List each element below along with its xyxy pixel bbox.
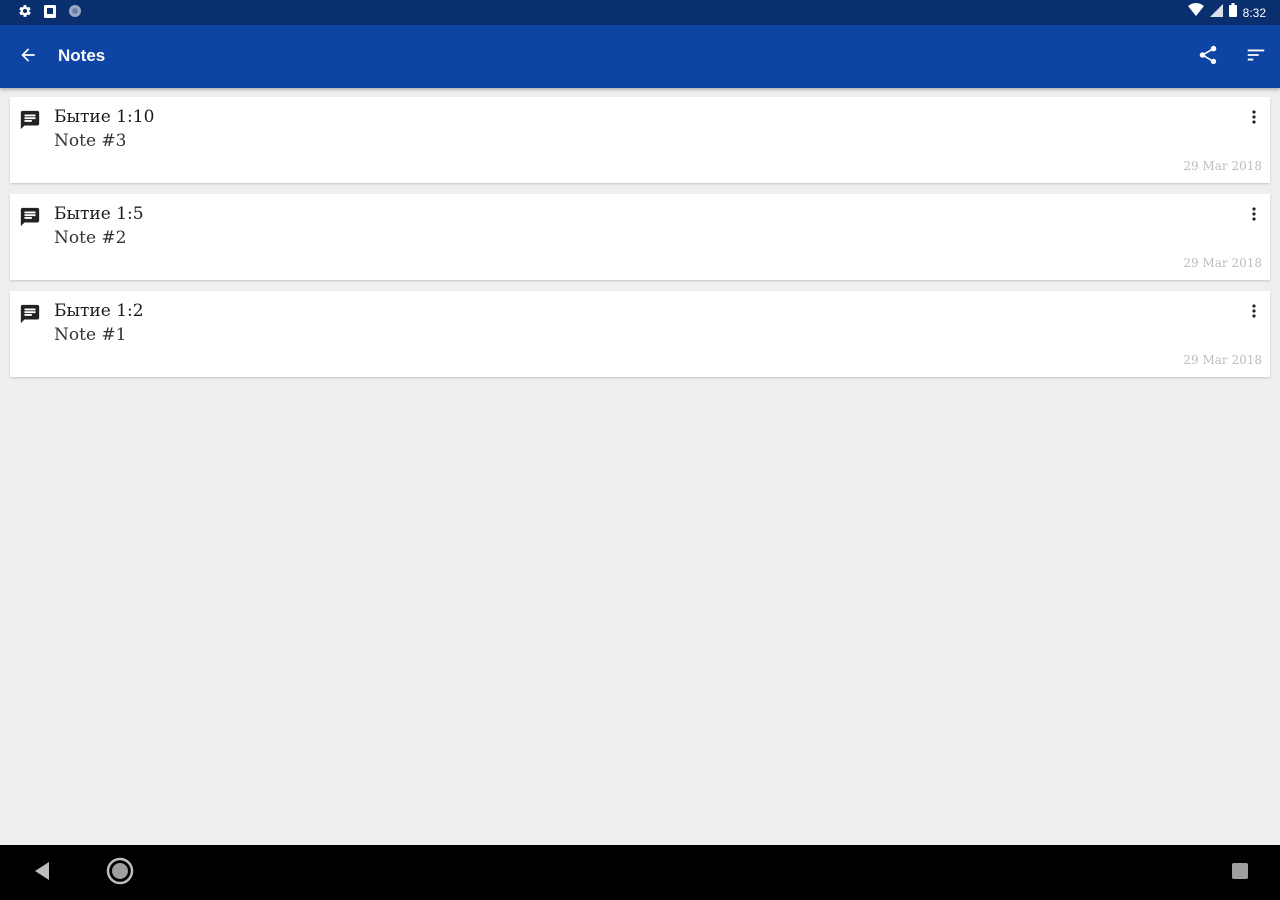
- note-date: 29 Mar 2018: [1183, 353, 1262, 367]
- nav-home-button[interactable]: [105, 857, 135, 890]
- navigation-bar: [0, 845, 1280, 900]
- more-options-button[interactable]: [1242, 301, 1266, 325]
- sort-icon: [1245, 44, 1267, 71]
- status-right-icons: 8:32: [1187, 3, 1266, 22]
- note-comment-icon: [19, 206, 41, 228]
- share-button[interactable]: [1194, 43, 1222, 71]
- more-vert-icon: [1244, 107, 1264, 132]
- arrow-back-icon: [18, 45, 38, 70]
- note-comment-icon: [19, 303, 41, 325]
- status-left-icons: [18, 4, 82, 23]
- notes-list: Бытие 1:10 Note #3 29 Mar 2018 Бытие 1:5…: [10, 97, 1270, 388]
- wifi-icon: [1187, 3, 1204, 22]
- more-options-button[interactable]: [1242, 204, 1266, 228]
- recents-square-icon: [1231, 862, 1249, 885]
- more-vert-icon: [1244, 301, 1264, 326]
- note-date: 29 Mar 2018: [1183, 159, 1262, 173]
- nav-back-button[interactable]: [30, 861, 54, 885]
- signal-icon: [1209, 3, 1223, 22]
- more-vert-icon: [1244, 204, 1264, 229]
- status-bar: 8:32: [0, 0, 1280, 25]
- note-text: Note #1: [54, 325, 127, 345]
- sd-card-icon: [44, 4, 56, 23]
- home-circle-icon: [106, 857, 134, 890]
- share-icon: [1197, 44, 1219, 71]
- more-options-button[interactable]: [1242, 107, 1266, 131]
- back-button[interactable]: [14, 43, 42, 71]
- sort-button[interactable]: [1242, 43, 1270, 71]
- note-card[interactable]: Бытие 1:5 Note #2 29 Mar 2018: [10, 194, 1270, 280]
- settings-icon: [18, 4, 32, 23]
- back-triangle-icon: [33, 861, 51, 886]
- note-title: Бытие 1:10: [54, 107, 155, 127]
- battery-icon: [1228, 3, 1237, 22]
- note-comment-icon: [19, 109, 41, 131]
- note-title: Бытие 1:5: [54, 204, 144, 224]
- note-title: Бытие 1:2: [54, 301, 144, 321]
- app-bar: Notes: [0, 25, 1280, 88]
- note-date: 29 Mar 2018: [1183, 256, 1262, 270]
- page-title: Notes: [58, 46, 106, 65]
- note-card[interactable]: Бытие 1:10 Note #3 29 Mar 2018: [10, 97, 1270, 183]
- nav-recents-button[interactable]: [1228, 861, 1252, 885]
- note-text: Note #2: [54, 228, 127, 248]
- note-card[interactable]: Бытие 1:2 Note #1 29 Mar 2018: [10, 291, 1270, 377]
- circle-status-icon: [68, 4, 82, 23]
- note-text: Note #3: [54, 131, 127, 151]
- status-time: 8:32: [1242, 5, 1266, 20]
